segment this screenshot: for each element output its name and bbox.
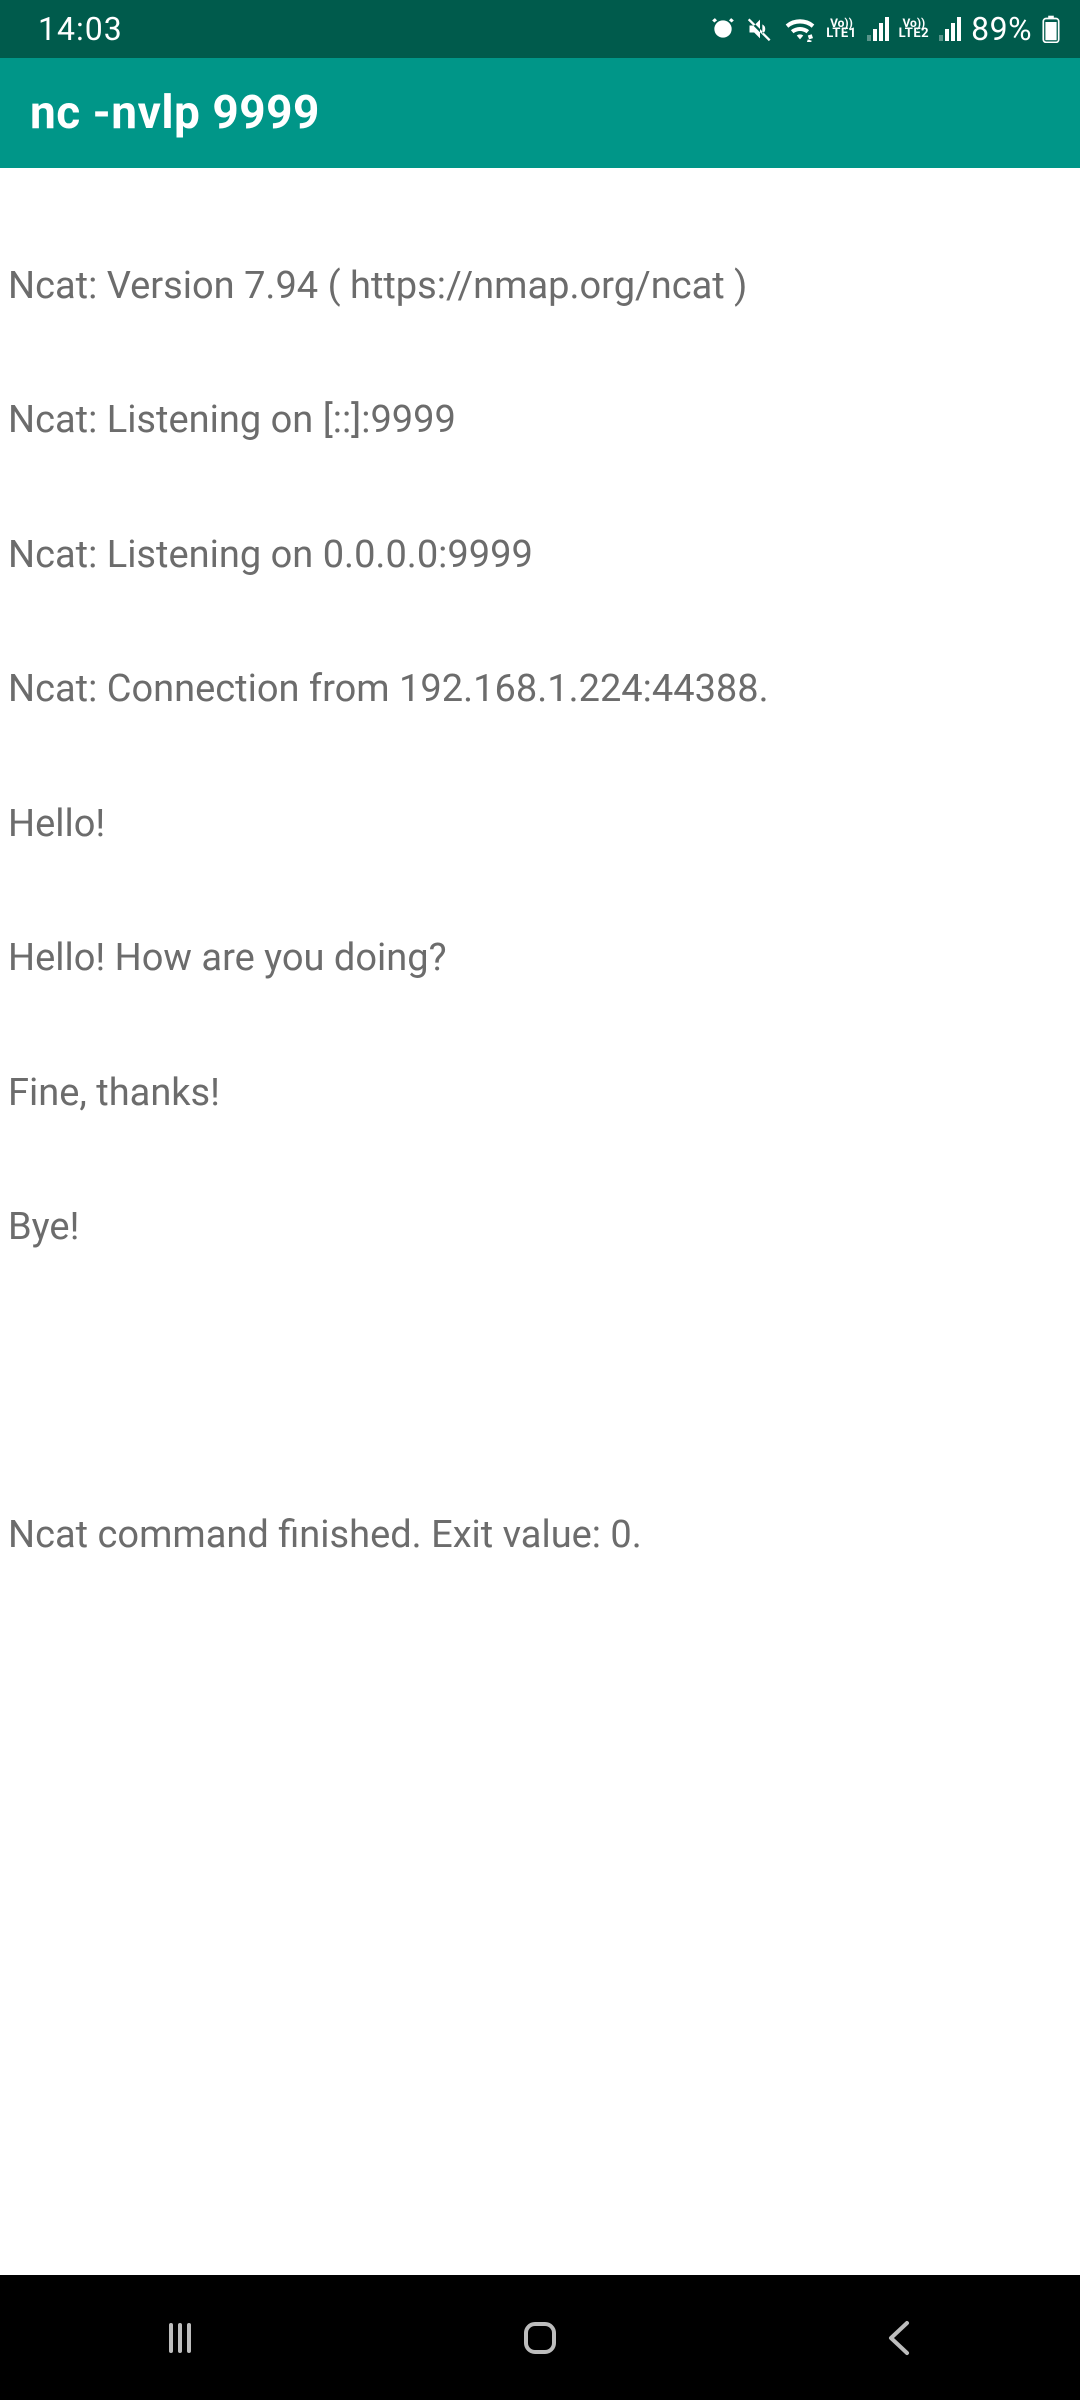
signal1-icon <box>867 17 889 41</box>
terminal-line: Hello! <box>8 802 1072 847</box>
terminal-blank <box>8 1340 1072 1424</box>
recent-apps-button[interactable] <box>80 2298 280 2378</box>
back-button[interactable] <box>800 2298 1000 2378</box>
status-bar: 14:03 Vo)) LTE1 Vo)) LTE2 <box>0 0 1080 58</box>
navigation-bar <box>0 2275 1080 2400</box>
signal2-icon <box>939 17 961 41</box>
app-title: nc -nvlp 9999 <box>30 86 320 140</box>
terminal-line: Ncat: Listening on 0.0.0.0:9999 <box>8 533 1072 578</box>
terminal-line: Hello! How are you doing? <box>8 936 1072 981</box>
status-time: 14:03 <box>38 10 123 48</box>
alarm-icon <box>710 16 736 42</box>
battery-percent: 89% <box>971 10 1032 48</box>
terminal-line: Fine, thanks! <box>8 1071 1072 1116</box>
terminal-line: Ncat: Version 7.94 ( https://nmap.org/nc… <box>8 264 1072 309</box>
status-icons: Vo)) LTE1 Vo)) LTE2 89% <box>710 10 1060 48</box>
volte2-icon: Vo)) LTE2 <box>899 19 929 39</box>
terminal-line: Ncat: Connection from 192.168.1.224:4438… <box>8 667 1072 712</box>
battery-icon <box>1042 15 1060 43</box>
home-button[interactable] <box>440 2298 640 2378</box>
app-bar: nc -nvlp 9999 <box>0 58 1080 168</box>
wifi-icon <box>784 16 816 42</box>
terminal-footer: Ncat command finished. Exit value: 0. <box>8 1513 1072 1558</box>
terminal-output[interactable]: Ncat: Version 7.94 ( https://nmap.org/nc… <box>0 168 1080 2275</box>
mute-icon <box>746 15 774 43</box>
terminal-line: Ncat: Listening on [::]:9999 <box>8 398 1072 443</box>
terminal-line: Bye! <box>8 1205 1072 1250</box>
volte1-icon: Vo)) LTE1 <box>826 19 856 39</box>
